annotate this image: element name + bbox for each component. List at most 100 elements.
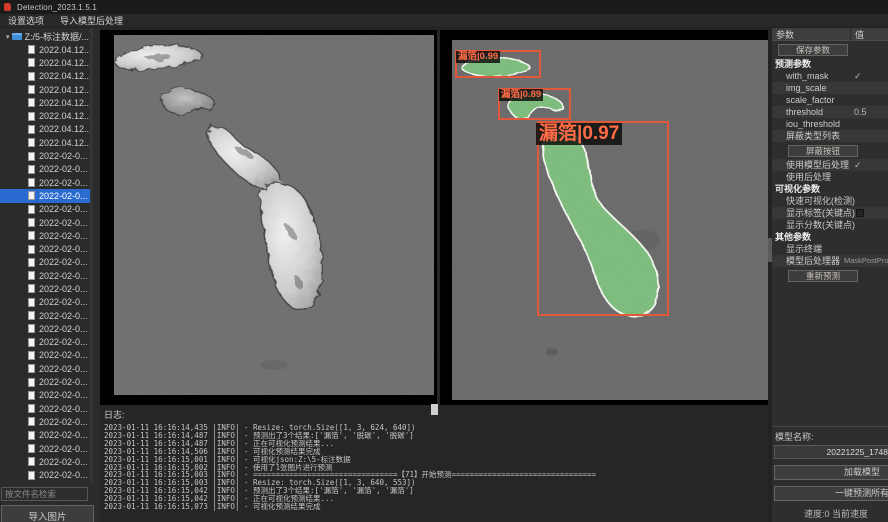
tree-item-label: 2022-02-0... xyxy=(39,364,88,374)
file-icon xyxy=(28,45,35,54)
section-predict-params: 预测参数 xyxy=(772,58,888,70)
menu-settings[interactable]: 设置选项 xyxy=(0,14,52,27)
param-row-iou-threshold[interactable]: iou_threshold xyxy=(772,118,888,130)
left-image-canvas[interactable] xyxy=(100,30,437,405)
file-icon xyxy=(28,138,35,147)
predict-all-button[interactable]: 一键预测所有 xyxy=(774,486,888,501)
param-row-with-mask[interactable]: with_mask ✓ xyxy=(772,70,888,82)
caret-down-icon[interactable]: ▾ xyxy=(6,33,10,41)
tree-item[interactable]: 2022-02-0... xyxy=(0,203,90,216)
divider xyxy=(772,426,888,427)
tree-item[interactable]: 2022-02-0... xyxy=(0,269,90,282)
tree-item[interactable]: 2022-02-0... xyxy=(0,442,90,455)
param-row-scale-factor[interactable]: scale_factor xyxy=(772,94,888,106)
tree-item[interactable]: 2022.04.12... xyxy=(0,123,90,136)
tree-item[interactable]: 2022-02-0... xyxy=(0,163,90,176)
tree-item[interactable]: 2022-02-0... xyxy=(0,322,90,335)
param-row-use-postprocess[interactable]: 使用后处理 xyxy=(772,171,888,183)
tree-item[interactable]: 2022-02-0... xyxy=(0,402,90,415)
app-logo-icon xyxy=(4,3,11,11)
tree-item[interactable]: 2022-02-0... xyxy=(0,455,90,468)
model-section: 模型名称: 20221225_174813 加载模型 一键预测所有 速度:0 当… xyxy=(772,426,888,522)
param-row-use-model-postprocess[interactable]: 使用模型后处理 ✓ xyxy=(772,159,888,171)
tree-item-label: 2022-02-0... xyxy=(39,457,88,467)
repredict-button[interactable]: 重新预测 xyxy=(788,270,858,282)
tree-item-label: 2022.04.12... xyxy=(39,98,90,108)
tree-item[interactable]: 2022-02-0... xyxy=(0,242,90,255)
tree-item-label: 2022.04.12... xyxy=(39,71,90,81)
tree-item[interactable]: 2022-02-0... xyxy=(0,375,90,388)
tree-item[interactable]: 2022-02-0... xyxy=(0,256,90,269)
file-icon xyxy=(28,431,35,440)
mask-button[interactable]: 屏蔽按钮 xyxy=(788,145,858,157)
tree-item[interactable]: 2022-02-0... xyxy=(0,296,90,309)
checkbox-unchecked[interactable] xyxy=(856,209,864,217)
tree-item-list: 2022.04.12... 2022.04.12... 2022.04.12..… xyxy=(0,43,90,482)
file-icon xyxy=(28,471,35,480)
tree-item[interactable]: 2022-02-0... xyxy=(0,362,90,375)
param-row-show-label[interactable]: 显示标签(关键点) xyxy=(772,207,888,219)
file-tree-panel: ▾ Z:/5-标注数据/... 2022.04.12... 2022.04.12… xyxy=(0,28,100,522)
tree-item[interactable]: 2022-02-0... xyxy=(0,429,90,442)
file-icon xyxy=(28,457,35,466)
param-row-model-postprocessor[interactable]: 模型后处理器 MaskPostPro xyxy=(772,255,888,267)
log-lines[interactable]: 2023-01-11 16:16:14,435 |INFO| - Resize:… xyxy=(100,424,764,511)
file-icon xyxy=(28,245,35,254)
file-icon xyxy=(28,72,35,81)
tree-item[interactable]: 2022-02-0... xyxy=(0,229,90,242)
import-images-button[interactable]: 导入图片 xyxy=(1,505,94,522)
section-other-params: 其他参数 xyxy=(772,231,888,243)
log-line: 2023-01-11 16:16:15,073 |INFO| - 可视化预测结果… xyxy=(100,503,764,511)
tree-item[interactable]: 2022-02-0... xyxy=(0,349,90,362)
tree-item[interactable]: 2022.04.12... xyxy=(0,70,90,83)
param-row-img-scale[interactable]: img_scale xyxy=(772,82,888,94)
file-icon xyxy=(28,391,35,400)
param-row-show-terminal[interactable]: 显示终端 xyxy=(772,243,888,255)
app-window: Detection_2023.1.5.1 设置选项 导入模型后处理 ▾ Z:/5… xyxy=(0,0,888,522)
tree-item[interactable]: 2022-02-0... xyxy=(0,309,90,322)
file-search-input[interactable] xyxy=(1,487,88,501)
menu-import-model-postprocess[interactable]: 导入模型后处理 xyxy=(52,14,131,27)
tree-item[interactable]: 2022-02-0... xyxy=(0,189,90,202)
speed-status: 速度:0 当前速度 xyxy=(772,507,888,520)
model-name-field[interactable]: 20221225_174813 xyxy=(774,445,888,459)
right-image-canvas[interactable]: 漏箔|0.99 漏箔|0.89 漏箔|0.97 xyxy=(440,30,768,405)
tree-item[interactable]: 2022-02-0... xyxy=(0,282,90,295)
file-icon xyxy=(28,324,35,333)
tree-item[interactable]: 2022.04.12... xyxy=(0,109,90,122)
tree-item[interactable]: 2022.04.12... xyxy=(0,83,90,96)
file-icon xyxy=(28,351,35,360)
tree-item[interactable]: 2022-02-0... xyxy=(0,216,90,229)
checkmark-icon[interactable]: ✓ xyxy=(854,70,862,82)
checkmark-icon[interactable]: ✓ xyxy=(854,159,862,171)
tree-item[interactable]: 2022.04.12... xyxy=(0,136,90,149)
file-icon xyxy=(28,218,35,227)
file-icon xyxy=(28,338,35,347)
tree-item[interactable]: 2022.04.12... xyxy=(0,96,90,109)
tree-item-label: 2022-02-0... xyxy=(39,284,88,294)
tree-item[interactable]: 2022-02-0... xyxy=(0,336,90,349)
tree-item[interactable]: 2022.04.12... xyxy=(0,56,90,69)
tree-root-node[interactable]: ▾ Z:/5-标注数据/... xyxy=(0,30,90,43)
tree-item[interactable]: 2022.04.12... xyxy=(0,43,90,56)
param-row-show-score[interactable]: 显示分数(关键点) xyxy=(772,219,888,231)
tree-item-label: 2022-02-0... xyxy=(39,390,88,400)
tree-scrollbar[interactable] xyxy=(90,28,93,483)
tree-item[interactable]: 2022-02-0... xyxy=(0,389,90,402)
tree-item[interactable]: 2022-02-0... xyxy=(0,176,90,189)
param-row-fast-vis[interactable]: 快速可视化(检测) xyxy=(772,195,888,207)
param-row-mask-type-list[interactable]: 屏蔽类型列表 xyxy=(772,130,888,142)
tree-item[interactable]: 2022-02-0... xyxy=(0,469,90,482)
tree-item-label: 2022-02-0... xyxy=(39,297,88,307)
file-icon xyxy=(28,311,35,320)
log-title: 日志: xyxy=(100,405,764,424)
save-params-button[interactable]: 保存参数 xyxy=(778,44,848,56)
file-icon xyxy=(28,364,35,373)
file-tree[interactable]: ▾ Z:/5-标注数据/... 2022.04.12... 2022.04.12… xyxy=(0,30,90,483)
tree-item[interactable]: 2022-02-0... xyxy=(0,149,90,162)
load-model-button[interactable]: 加载模型 xyxy=(774,465,888,480)
tree-item[interactable]: 2022-02-0... xyxy=(0,415,90,428)
menubar: 设置选项 导入模型后处理 xyxy=(0,14,888,28)
param-row-threshold[interactable]: threshold 0.5 xyxy=(772,106,888,118)
file-icon xyxy=(28,152,35,161)
